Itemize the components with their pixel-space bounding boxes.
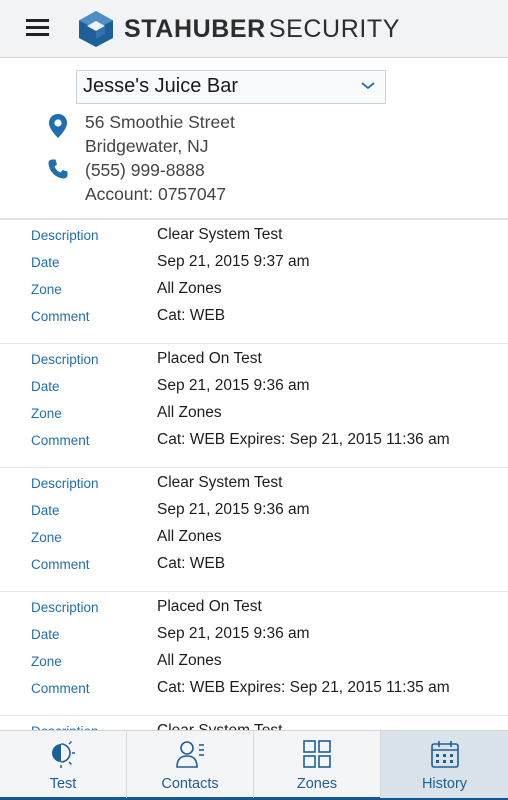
date-label: Date xyxy=(31,627,60,642)
comment-label: Comment xyxy=(31,557,90,572)
zone-value: All Zones xyxy=(157,652,222,669)
description-label: Description xyxy=(31,352,99,367)
brand-logo: STAHUBER SECURITY xyxy=(78,10,400,48)
account-number: Account: 0757047 xyxy=(85,184,227,204)
contacts-icon xyxy=(176,741,204,768)
date-value: Sep 21, 2015 9:36 am xyxy=(157,625,310,642)
zone-value: All Zones xyxy=(157,404,222,421)
tab-test[interactable]: Test xyxy=(0,731,127,798)
history-record: Description Clear System Test Date Sep 21,… xyxy=(0,468,508,592)
date-value: Sep 21, 2015 9:36 am xyxy=(157,501,310,518)
tab-history[interactable]: History xyxy=(381,731,508,798)
history-record: DescriptionClear System Test xyxy=(0,716,508,730)
date-value: Sep 21, 2015 9:37 am xyxy=(157,253,310,270)
date-label: Date xyxy=(31,255,60,270)
menu-icon[interactable] xyxy=(26,19,50,37)
location-pin-icon xyxy=(49,114,67,138)
tab-contacts[interactable]: Contacts xyxy=(127,731,254,798)
tab-contacts-label: Contacts xyxy=(161,776,219,792)
tab-history-label: History xyxy=(421,776,468,792)
logo-hexagon-icon xyxy=(79,11,113,47)
history-record: Description Placed On Test Date Sep 21, 20… xyxy=(0,592,508,716)
description-value: Placed On Test xyxy=(157,598,262,615)
description-label: Description xyxy=(31,600,99,615)
test-icon xyxy=(52,740,75,768)
comment-value: Cat: WEB xyxy=(157,555,226,572)
history-record: Description Clear System Test Date Sep 21,… xyxy=(0,220,508,344)
description-value: Placed On Test xyxy=(157,350,262,367)
comment-value: Cat: WEB Expires: Sep 21, 2015 11:35 am xyxy=(157,679,450,696)
zones-icon xyxy=(303,740,331,768)
zone-value: All Zones xyxy=(157,528,222,545)
site-selector[interactable]: Jesse's Juice Bar xyxy=(76,70,386,104)
zone-label: Zone xyxy=(31,654,62,669)
comment-label: Comment xyxy=(31,309,90,324)
description-label: Description xyxy=(31,476,99,491)
phone-number[interactable]: (555) 999-8888 xyxy=(85,160,205,181)
phone-icon[interactable] xyxy=(47,158,69,180)
zone-label: Zone xyxy=(31,530,62,545)
tab-zones[interactable]: Zones xyxy=(254,731,381,798)
address-street: 56 Smoothie Street xyxy=(85,112,235,132)
history-record: Description Placed On Test Date Sep 21, 20… xyxy=(0,344,508,468)
zone-label: Zone xyxy=(31,406,62,421)
date-label: Date xyxy=(31,379,60,394)
site-selector-value: Jesse's Juice Bar xyxy=(83,75,238,97)
history-icon xyxy=(430,741,459,768)
app-header: STAHUBER SECURITY xyxy=(0,0,508,58)
history-list: Description Clear System Test Date Sep 21,… xyxy=(0,220,508,730)
chevron-down-icon xyxy=(361,82,375,90)
description-label: Description xyxy=(31,228,99,243)
date-label: Date xyxy=(31,503,60,518)
description-value: Clear System Test xyxy=(157,474,283,491)
account-panel: Jesse's Juice Bar 56 Smoothie Street Bri… xyxy=(0,58,508,220)
comment-value: Cat: WEB Expires: Sep 21, 2015 11:36 am xyxy=(157,431,450,448)
brand-name: STAHUBER SECURITY xyxy=(124,14,401,43)
description-value: Clear System Test xyxy=(157,226,283,243)
date-value: Sep 21, 2015 9:36 am xyxy=(157,377,310,394)
comment-label: Comment xyxy=(31,681,90,696)
zone-label: Zone xyxy=(31,282,62,297)
tab-test-label: Test xyxy=(49,776,77,792)
zone-value: All Zones xyxy=(157,280,222,297)
description-value: Clear System Test xyxy=(157,722,282,730)
comment-value: Cat: WEB xyxy=(157,307,226,324)
bottom-tab-bar: Test Contacts Zones History xyxy=(0,730,508,800)
comment-label: Comment xyxy=(31,433,90,448)
address-city: Bridgewater, NJ xyxy=(85,136,209,156)
tab-zones-label: Zones xyxy=(296,776,338,792)
